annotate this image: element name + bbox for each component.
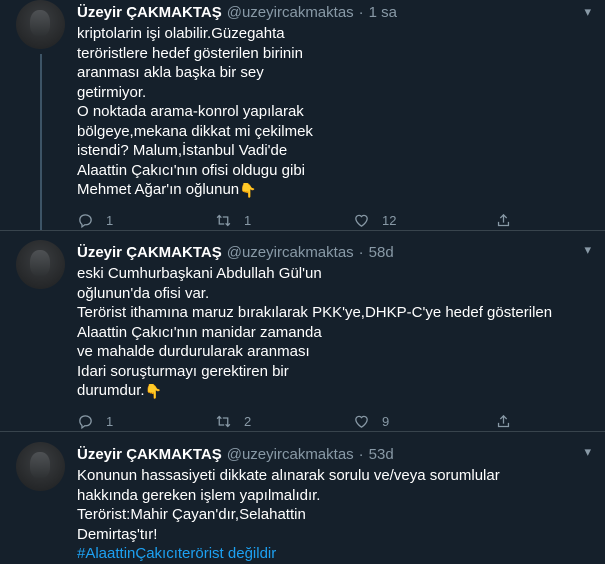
reply-icon (79, 415, 92, 430)
tweet-text-line: eski Cumhurbaşkani Abdullah Gül'un (77, 265, 322, 282)
author-handle[interactable]: @uzeyircakmaktas (227, 4, 354, 21)
like-button[interactable]: 9 (353, 413, 491, 430)
tweet-text-line: Konunun hassasiyeti dikkate alınarak sor… (77, 467, 500, 484)
tweet-text-line: ve mahalde durdurularak aranması (77, 343, 310, 360)
timestamp[interactable]: 53d (369, 446, 394, 463)
separator: · (358, 445, 364, 463)
tweet-text-line: Mehmet Ağar'ın oğlunun (77, 181, 240, 198)
tweet-text-line: istendi? Malum,İstanbul Vadi'de (77, 142, 288, 159)
chevron-down-icon[interactable]: ▾ (584, 4, 591, 20)
author-name[interactable]: Üzeyir ÇAKMAKTAŞ (77, 446, 222, 463)
tweet-text-line: Terörist ithamına maruz bırakılarak PKK'… (77, 304, 553, 321)
tweet-text: Konunun hassasiyeti dikkate alınarak sor… (77, 466, 591, 564)
tweet-text-line: kriptolarin işi olabilir.Güzegahta (77, 25, 285, 42)
author-name[interactable]: Üzeyir ÇAKMAKTAŞ (77, 244, 222, 261)
retweet-button[interactable]: 2 (215, 413, 353, 430)
reply-button[interactable]: 1 (77, 413, 215, 430)
tweet-1[interactable]: ▾ Üzeyir ÇAKMAKTAŞ @uzeyircakmaktas · 1 … (0, 0, 605, 231)
author-name[interactable]: Üzeyir ÇAKMAKTAŞ (77, 4, 222, 21)
retweet-icon (216, 415, 231, 428)
heart-icon (355, 415, 368, 428)
like-count: 12 (382, 213, 397, 228)
avatar[interactable] (16, 442, 65, 491)
tweet-text-line: bölgeye,mekana dikkat mi çekilmek (77, 122, 313, 140)
like-count: 9 (382, 414, 390, 429)
tweet-text-line: O noktada arama-konrol yapılarak (77, 103, 304, 120)
heart-icon (355, 214, 368, 227)
chevron-down-icon[interactable]: ▾ (584, 444, 591, 460)
tweet-text-line: teröristlere hedef gösterilen birinin (77, 44, 303, 62)
chevron-down-icon[interactable]: ▾ (584, 242, 591, 258)
timestamp[interactable]: 58d (369, 244, 394, 261)
timestamp[interactable]: 1 sa (369, 4, 397, 21)
author-handle[interactable]: @uzeyircakmaktas (227, 244, 354, 261)
tweet-text: eski Cumhurbaşkani Abdullah Gül'un oğlun… (77, 264, 591, 401)
retweet-count: 2 (244, 414, 252, 429)
pointing-down-emoji: 👇 (144, 383, 162, 399)
share-icon (497, 213, 510, 227)
tweet-text-line: Idari soruşturmayı gerektiren bir (77, 362, 289, 380)
tweet-text-line: durumdur. (77, 382, 145, 399)
tweet-text-line: getirmiyor. (77, 83, 147, 101)
tweet-2[interactable]: ▾ Üzeyir ÇAKMAKTAŞ @uzeyircakmaktas · 58… (0, 231, 605, 432)
separator: · (358, 3, 364, 21)
separator: · (358, 243, 364, 261)
pointing-down-emoji: 👇 (239, 182, 257, 198)
reply-count: 1 (106, 213, 114, 228)
tweet-3[interactable]: ▾ Üzeyir ÇAKMAKTAŞ @uzeyircakmaktas · 53… (0, 432, 605, 562)
retweet-count: 1 (244, 213, 252, 228)
tweet-text-line: Terörist:Mahir Çayan'dır,Selahattin (77, 506, 306, 523)
tweet-text-line: Demirtaş'tır! (77, 525, 158, 543)
retweet-icon (216, 214, 231, 227)
avatar[interactable] (16, 240, 65, 289)
like-button[interactable]: 12 (353, 212, 491, 229)
tweet-text-line: hakkında gereken işlem yapılmalıdır. (77, 486, 321, 504)
reply-count: 1 (106, 414, 114, 429)
tweet-text-line: oğlunun'da ofisi var. (77, 284, 210, 302)
tweet-text-line: Alaattin Çakıcı'nın manidar zamanda (77, 323, 322, 341)
avatar[interactable] (16, 0, 65, 49)
share-button[interactable] (495, 212, 524, 229)
tweet-text-line: Alaattin Çakıcı'nın ofisi oldugu gibi (77, 161, 305, 179)
retweet-button[interactable]: 1 (215, 212, 353, 229)
author-handle[interactable]: @uzeyircakmaktas (227, 446, 354, 463)
tweet-text-line: aranması akla başka bir sey (77, 64, 264, 81)
reply-button[interactable]: 1 (77, 212, 215, 229)
share-icon (497, 414, 510, 428)
share-button[interactable] (495, 413, 524, 430)
reply-icon (79, 214, 92, 229)
thread-line (40, 54, 42, 230)
tweet-text: kriptolarin işi olabilir.Güzegahta terör… (77, 24, 591, 200)
